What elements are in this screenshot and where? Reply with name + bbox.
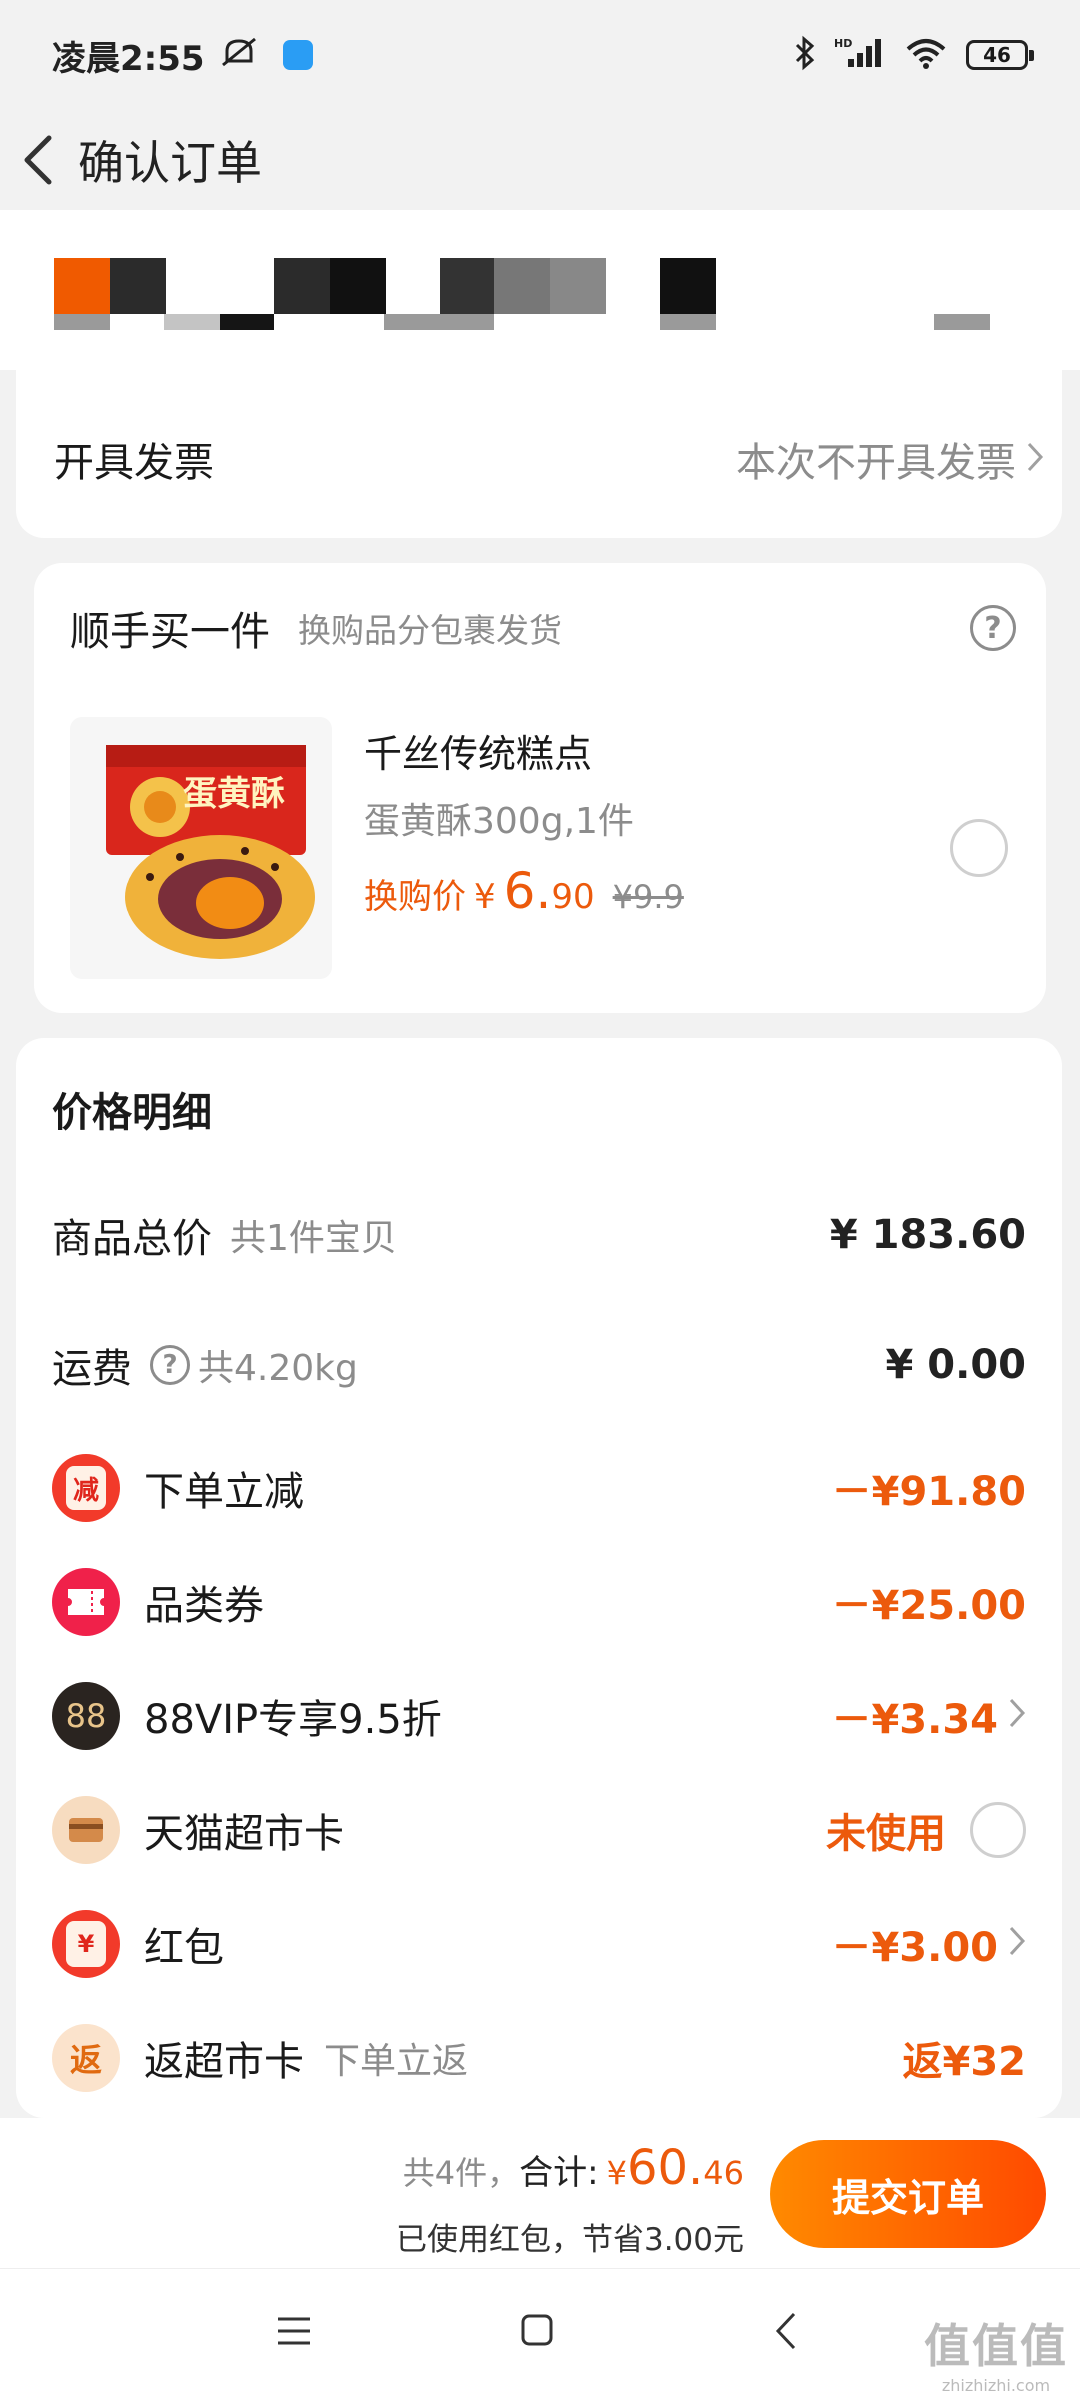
shipping-value: ¥ 0.00 bbox=[885, 1342, 1026, 1388]
discount-badge-icon: 减 bbox=[52, 1454, 120, 1522]
swap-price-dec: 90 bbox=[551, 877, 595, 917]
status-bar: 凌晨2:55 HD 46 bbox=[0, 0, 1080, 110]
nav-back-icon[interactable] bbox=[774, 2311, 798, 2355]
total-label: 合计: bbox=[519, 2153, 599, 2193]
app-notification-icon bbox=[282, 40, 313, 70]
addon-purchase-card: 顺手买一件 换购品分包裹发货 ? 蛋黄酥 千丝传统糕点 蛋黄酥300g,1件 换… bbox=[34, 563, 1046, 1013]
checkout-footer: 共4件， 合计: ¥ 60. 46 已使用红包，节省3.00元 提交订单 bbox=[0, 2118, 1080, 2268]
shipping-row: 运费 ? 共4.20kg ¥ 0.00 bbox=[52, 1336, 1026, 1394]
cashback-label: 返超市卡 bbox=[144, 2039, 304, 2085]
tmall-card-value: 未使用 bbox=[826, 1801, 1026, 1859]
goods-total-label: 商品总价 bbox=[52, 1216, 212, 1262]
tmall-card-icon bbox=[52, 1796, 120, 1864]
invoice-card[interactable]: 开具发票 本次不开具发票 bbox=[16, 330, 1062, 538]
watermark-sub: zhizhizhi.com bbox=[941, 2376, 1051, 2395]
cashback-icon: 返 bbox=[52, 2024, 120, 2092]
tmall-card-radio[interactable] bbox=[970, 1802, 1026, 1858]
title-bar: 确认订单 bbox=[0, 110, 1080, 210]
product-image-text: 蛋黄酥 bbox=[183, 774, 285, 814]
hd-signal-icon: HD bbox=[834, 35, 886, 75]
instant-discount-value: －¥91.80 bbox=[831, 1469, 1026, 1515]
cashback-card-row: 返 返超市卡 下单立返 返¥32 bbox=[52, 2024, 1026, 2092]
battery-icon: 46 bbox=[966, 40, 1034, 70]
price-detail-card: 价格明细 商品总价 共1件宝贝 ¥ 183.60 运费 ? 共4.20kg ¥ … bbox=[16, 1038, 1062, 2118]
invoice-label: 开具发票 bbox=[54, 440, 214, 486]
menu-icon[interactable] bbox=[276, 2315, 312, 2351]
addon-select-radio[interactable] bbox=[950, 819, 1008, 877]
swap-price-symbol: ¥ bbox=[474, 877, 496, 917]
item-count: 共4件， bbox=[402, 2154, 520, 2192]
wifi-icon bbox=[904, 35, 948, 75]
product-image[interactable]: 蛋黄酥 bbox=[70, 717, 332, 979]
category-coupon-label: 品类券 bbox=[144, 1583, 264, 1629]
total-symbol: ¥ bbox=[606, 2154, 627, 2192]
product-spec: 蛋黄酥300g,1件 bbox=[364, 801, 634, 842]
shipping-help-icon[interactable]: ? bbox=[150, 1345, 190, 1385]
svg-text:HD: HD bbox=[834, 37, 852, 50]
page-title: 确认订单 bbox=[78, 136, 262, 190]
total-int: 60. bbox=[626, 2140, 704, 2196]
addon-subtitle: 换购品分包裹发货 bbox=[298, 611, 562, 650]
cashback-value: 返¥32 bbox=[902, 2039, 1027, 2085]
category-coupon-value: －¥25.00 bbox=[831, 1583, 1026, 1629]
tmall-card-label: 天猫超市卡 bbox=[144, 1811, 344, 1857]
red-packet-row[interactable]: ¥ 红包 －¥3.00 bbox=[52, 1910, 1026, 1978]
cashback-note: 下单立返 bbox=[324, 2041, 469, 2082]
watermark: 值值值 zhizhizhi.com bbox=[924, 2310, 1068, 2395]
back-arrow-icon[interactable] bbox=[14, 130, 62, 190]
product-name: 千丝传统糕点 bbox=[364, 732, 593, 776]
help-icon[interactable]: ? bbox=[970, 605, 1016, 651]
tmall-card-row[interactable]: 天猫超市卡 未使用 bbox=[52, 1796, 1026, 1864]
shipping-note: 共4.20kg bbox=[198, 1348, 358, 1389]
goods-total-note: 共1件宝贝 bbox=[230, 1218, 397, 1259]
coupon-icon bbox=[52, 1568, 120, 1636]
vip-discount-value: －¥3.34 bbox=[831, 1687, 1026, 1745]
invoice-value: 本次不开具发票 bbox=[736, 440, 1016, 486]
red-packet-value: －¥3.00 bbox=[831, 1915, 1026, 1973]
mute-icon bbox=[219, 35, 259, 75]
vip-discount-label: 88VIP专享9.5折 bbox=[144, 1697, 442, 1743]
instant-discount-label: 下单立减 bbox=[144, 1469, 304, 1515]
chevron-right-icon bbox=[1026, 441, 1044, 477]
system-nav-bar bbox=[0, 2268, 1080, 2400]
chevron-right-icon bbox=[1008, 1693, 1026, 1739]
savings-text: 已使用红包，节省3.00元 bbox=[395, 2222, 744, 2258]
vip-discount-row[interactable]: 88 88VIP专享9.5折 －¥3.34 bbox=[52, 1682, 1026, 1750]
watermark-main: 值值值 bbox=[924, 2319, 1068, 2373]
price-detail-title: 价格明细 bbox=[52, 1090, 212, 1136]
red-packet-label: 红包 bbox=[144, 1925, 224, 1971]
instant-discount-row: 减 下单立减 －¥91.80 bbox=[52, 1454, 1026, 1522]
swap-price-label: 换购价 bbox=[364, 877, 466, 917]
vip-88-icon: 88 bbox=[52, 1682, 120, 1750]
goods-total-value: ¥ 183.60 bbox=[829, 1212, 1026, 1258]
bluetooth-icon bbox=[794, 35, 816, 75]
submit-order-button[interactable]: 提交订单 bbox=[770, 2140, 1046, 2248]
category-coupon-row[interactable]: 品类券 －¥25.00 bbox=[52, 1568, 1026, 1636]
original-price: ¥9.9 bbox=[612, 878, 684, 916]
total-dec: 46 bbox=[703, 2154, 744, 2192]
status-time: 凌晨2:55 bbox=[52, 38, 205, 79]
home-icon[interactable] bbox=[520, 2313, 554, 2351]
swap-price-int: 6. bbox=[503, 862, 552, 920]
goods-total-row: 商品总价 共1件宝贝 ¥ 183.60 bbox=[52, 1206, 1026, 1264]
shipping-label: 运费 bbox=[52, 1346, 132, 1392]
chevron-right-icon bbox=[1008, 1921, 1026, 1967]
red-packet-icon: ¥ bbox=[52, 1910, 120, 1978]
addon-title: 顺手买一件 bbox=[70, 609, 270, 655]
